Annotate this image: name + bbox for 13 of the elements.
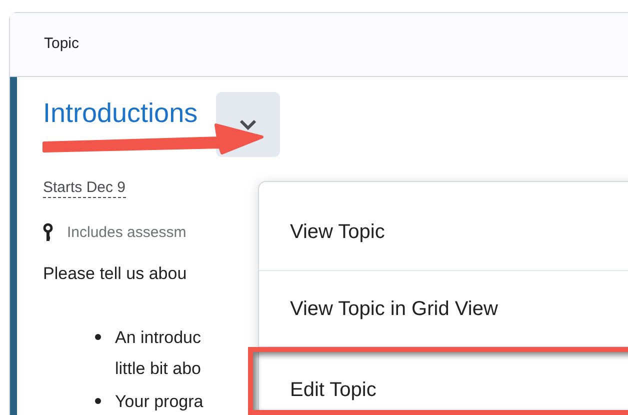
header-label: Topic [44,34,80,54]
chevron-down-icon [238,118,257,130]
start-date: Starts Dec 9 [43,179,126,198]
menu-item[interactable]: Edit Topic [248,347,628,415]
topic-title-link[interactable]: Introductions [43,100,198,127]
intro-text: Please tell us abou [43,262,188,284]
menu-item[interactable]: View Topic in Grid View [259,271,628,347]
bullet-text: little bit abo [115,358,201,380]
assessment-note: Includes assessm [67,223,186,243]
bullet-text: An introduc [115,327,201,349]
bullet-text: Your progra [115,391,204,413]
key-icon [43,223,53,244]
menu-item[interactable]: View Topic [259,182,628,271]
